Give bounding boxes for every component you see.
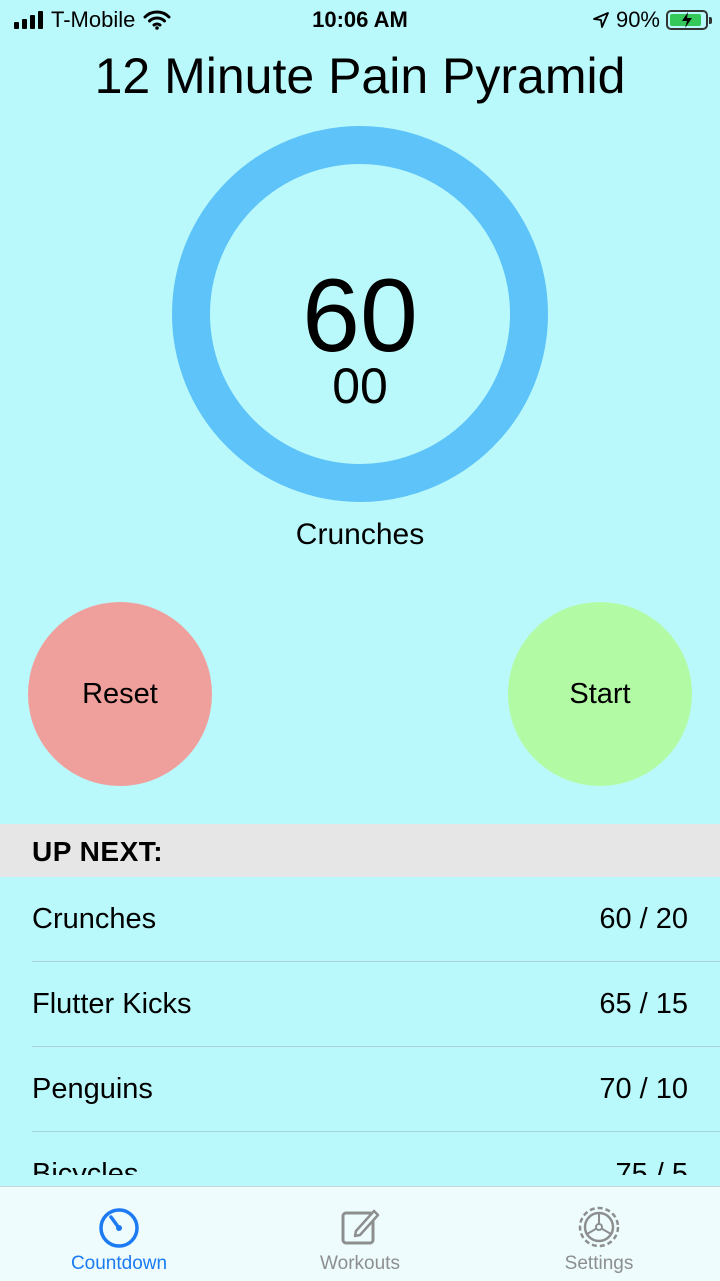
- current-exercise-label: Crunches: [295, 518, 425, 551]
- list-item[interactable]: Bicycles 75 / 5: [32, 1132, 720, 1175]
- tab-countdown[interactable]: Countdown: [29, 1187, 209, 1281]
- gear-icon: [578, 1206, 620, 1248]
- exercise-value: 75 / 5: [615, 1158, 688, 1175]
- start-button[interactable]: Start: [508, 602, 692, 786]
- up-next-list[interactable]: Crunches 60 / 20 Flutter Kicks 65 / 15 P…: [0, 877, 720, 1175]
- timer-main-value: 60: [302, 258, 418, 374]
- exercise-name: Bicycles: [32, 1158, 139, 1175]
- list-item[interactable]: Penguins 70 / 10: [32, 1047, 720, 1132]
- status-right: 90%: [592, 6, 712, 34]
- battery-charging-icon: [666, 10, 712, 30]
- exercise-value: 65 / 15: [599, 988, 688, 1020]
- list-item[interactable]: Crunches 60 / 20: [32, 877, 720, 962]
- start-button-label: Start: [569, 677, 631, 710]
- list-item[interactable]: Flutter Kicks 65 / 15: [32, 962, 720, 1047]
- tab-label: Workouts: [320, 1253, 400, 1274]
- tab-label: Countdown: [70, 1253, 168, 1274]
- exercise-name: Flutter Kicks: [32, 988, 192, 1020]
- exercise-name: Crunches: [32, 903, 157, 935]
- reset-button[interactable]: Reset: [28, 602, 212, 786]
- exercise-name: Penguins: [32, 1073, 153, 1105]
- edit-icon: [341, 1209, 380, 1245]
- status-bar: T-Mobile 10:06 AM 90%: [0, 0, 720, 40]
- battery-percent: 90%: [615, 7, 660, 32]
- reset-button-label: Reset: [82, 677, 158, 710]
- tab-label: Settings: [564, 1253, 634, 1274]
- location-icon: [593, 12, 609, 28]
- up-next-header: UP NEXT:: [0, 824, 720, 877]
- stopwatch-icon: [99, 1208, 139, 1248]
- tab-bar: Countdown Workouts Settings: [0, 1186, 720, 1281]
- tab-settings[interactable]: Settings: [509, 1187, 689, 1281]
- timer-sub-value: 00: [332, 358, 388, 414]
- workout-title: 12 Minute Pain Pyramid: [94, 48, 626, 104]
- exercise-value: 70 / 10: [599, 1073, 688, 1105]
- exercise-value: 60 / 20: [599, 903, 688, 935]
- tab-workouts[interactable]: Workouts: [270, 1187, 450, 1281]
